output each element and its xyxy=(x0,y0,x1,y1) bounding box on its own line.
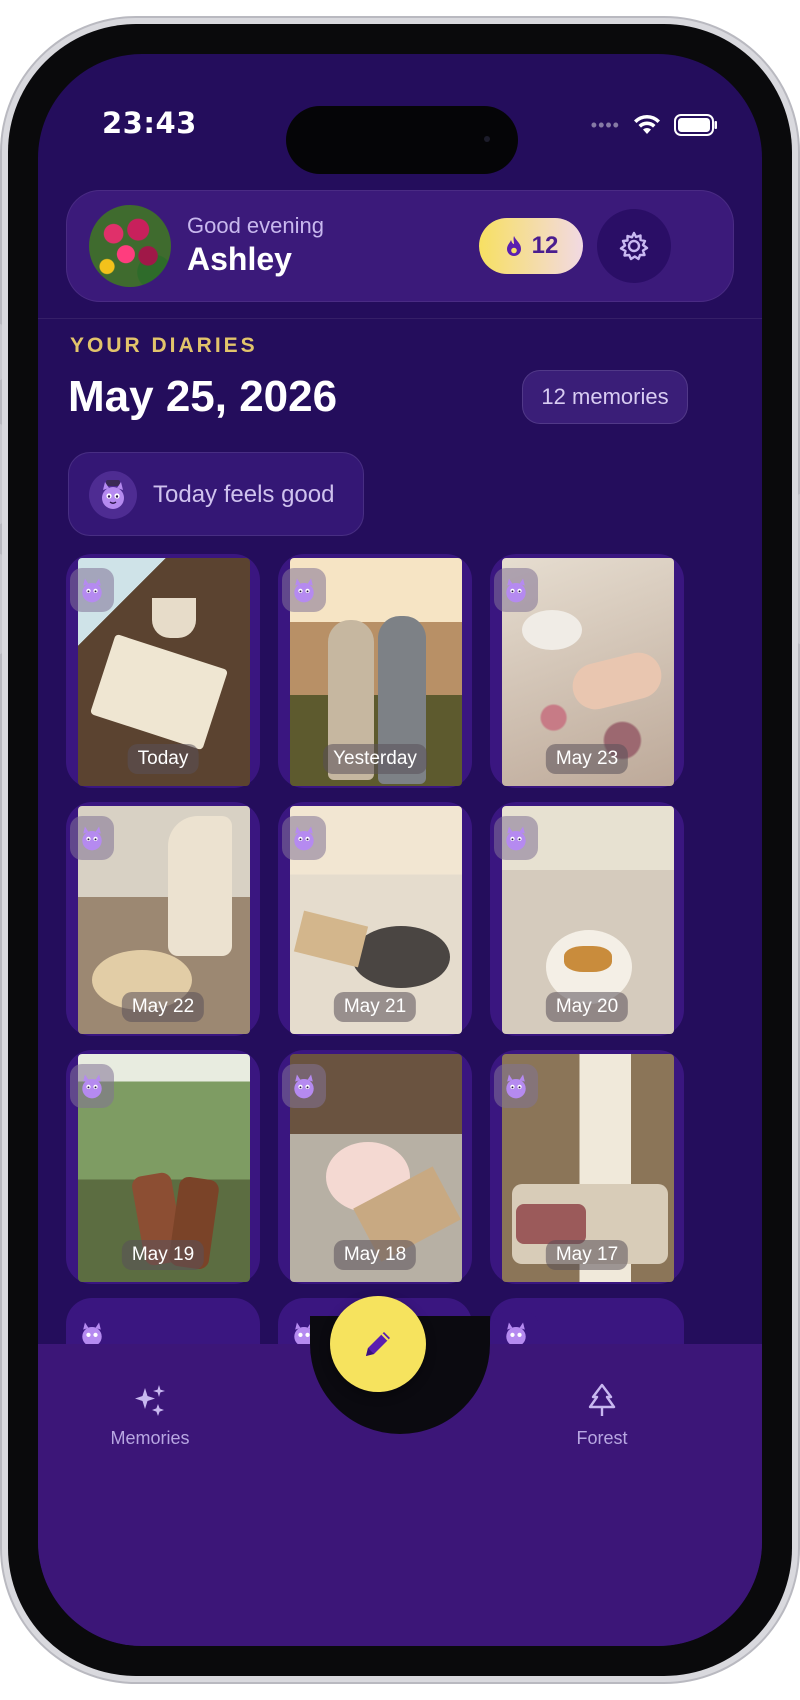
nav-forest[interactable]: Forest xyxy=(532,1382,672,1449)
pencil-icon xyxy=(366,1332,390,1356)
nav-memories-label: Memories xyxy=(110,1428,190,1448)
pet-icon xyxy=(282,1064,326,1108)
pet-icon xyxy=(494,816,538,860)
card-date-label: May 23 xyxy=(545,744,629,774)
card-date-label: Yesterday xyxy=(323,744,427,774)
pet-icon xyxy=(70,1064,114,1108)
nav-forest-label: Forest xyxy=(576,1428,628,1448)
pet-icon xyxy=(282,568,326,612)
streak-badge[interactable]: 12 xyxy=(479,218,583,274)
pet-icon xyxy=(494,1064,538,1108)
phone-frame: 23:43 •••• Good evening Ashley 12 YOUR D… xyxy=(0,24,800,1676)
pet-icon xyxy=(494,568,538,612)
flame-icon xyxy=(506,236,521,256)
avatar[interactable] xyxy=(89,205,171,287)
diary-card[interactable]: May 19 xyxy=(66,1050,260,1284)
pet-icon xyxy=(282,816,326,860)
signal-icon: •••• xyxy=(590,114,620,135)
diary-card[interactable]: Today xyxy=(66,554,260,788)
card-date-label: May 19 xyxy=(121,1240,205,1270)
diary-card[interactable]: May 21 xyxy=(278,802,472,1036)
greeting-text: Good evening xyxy=(187,213,324,238)
card-date-label: May 21 xyxy=(333,992,417,1022)
volume-down-button xyxy=(0,554,2,654)
battery-icon xyxy=(674,114,717,136)
nav-memories[interactable]: Memories xyxy=(80,1382,220,1449)
mood-avatar xyxy=(89,471,137,519)
section-label: YOUR DIARIES xyxy=(70,334,258,357)
diary-card[interactable]: Yesterday xyxy=(278,554,472,788)
card-date-label: Today xyxy=(127,744,199,774)
status-time: 23:43 xyxy=(102,106,197,140)
card-date-label: May 20 xyxy=(545,992,629,1022)
card-date-label: May 17 xyxy=(545,1240,629,1270)
sparkles-icon xyxy=(135,1385,165,1416)
card-date-label: May 18 xyxy=(333,1240,417,1270)
pet-icon xyxy=(102,480,124,509)
gear-icon xyxy=(619,231,649,261)
volume-up-button xyxy=(0,424,2,524)
memories-count-badge[interactable]: 12 memories xyxy=(522,370,688,424)
diary-card[interactable]: May 18 xyxy=(278,1050,472,1284)
app-screen: 23:43 •••• Good evening Ashley 12 YOUR D… xyxy=(38,54,762,1646)
user-name: Ashley xyxy=(187,241,292,277)
header-divider xyxy=(38,318,762,319)
settings-button[interactable] xyxy=(597,209,671,283)
page-title: May 25, 2026 xyxy=(68,372,338,421)
profile-header: Good evening Ashley 12 xyxy=(66,190,734,302)
wifi-icon xyxy=(634,114,660,134)
streak-count: 12 xyxy=(531,232,559,259)
diary-card[interactable]: May 23 xyxy=(490,554,684,788)
card-date-label: May 22 xyxy=(121,992,205,1022)
diary-card[interactable]: May 17 xyxy=(490,1050,684,1284)
mood-pill[interactable]: Today feels good xyxy=(68,452,364,536)
diary-card[interactable]: May 20 xyxy=(490,802,684,1036)
new-entry-button[interactable] xyxy=(330,1296,426,1392)
pet-icon xyxy=(70,816,114,860)
tree-icon xyxy=(588,1383,616,1416)
dynamic-island xyxy=(286,106,518,174)
pet-icon xyxy=(70,568,114,612)
diary-card[interactable]: May 22 xyxy=(66,802,260,1036)
mute-switch xyxy=(0,324,2,380)
mood-text: Today feels good xyxy=(153,481,335,508)
status-icons: •••• xyxy=(591,114,718,136)
